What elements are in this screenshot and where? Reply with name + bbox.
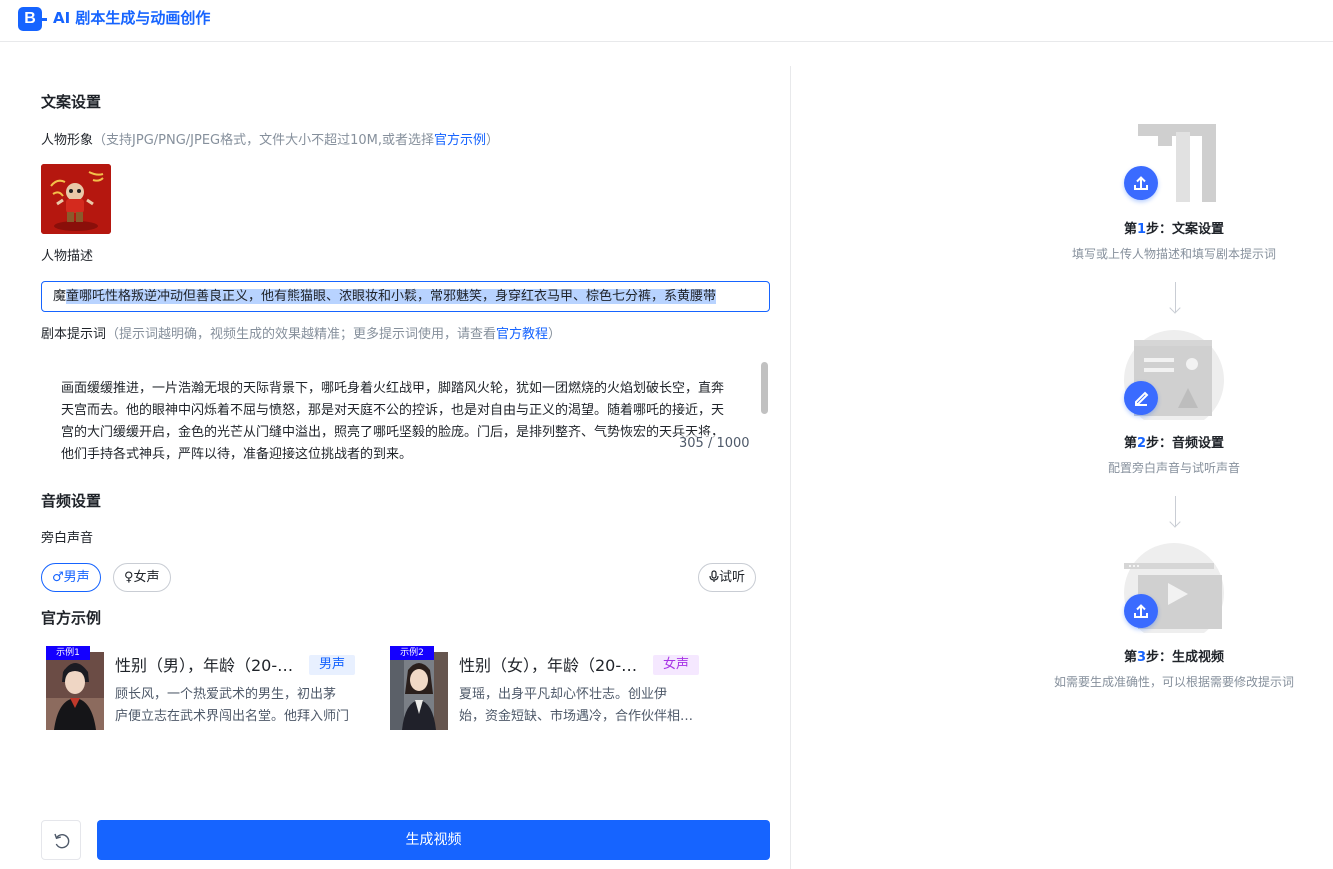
step3-title: 第3步：生成视频 [974,649,1333,667]
app-header: B AI 剧本生成与动画创作 [0,0,1333,42]
desc-prefix: 魔 [53,289,67,304]
step-arrow-2 [1175,496,1176,526]
step1-sub: 填写或上传人物描述和填写剧本提示词 [1071,247,1276,261]
prompt-scrollbar-thumb[interactable] [761,362,768,414]
prompt-text: 画面缓缓推进，一片浩瀚无垠的天际背景下，哪吒身着火红战甲，脚踏风火轮，犹如一团燃… [61,381,725,462]
prompt-hint-end: ） [548,327,562,342]
desc-selected-text: 童哪吒性格叛逆冲动但善良正义，他有熊猫眼、浓眼妆和小鬏，常邪魅笑，身穿红衣马甲、… [66,289,717,304]
male-voice-label: 男声 [63,570,90,585]
avatar-hint: （支持JPG/PNG/JPEG格式，文件大小不超过10M,或者选择 [93,133,435,148]
example-title-1: 性别（男），年龄（20-25岁） [115,656,301,675]
app-title: AI 剧本生成与动画创作 [53,9,211,27]
prompt-char-counter: 305 / 1000 [679,435,750,453]
example-desc-1-line2: 庐便立志在武术界闯出名堂。他拜入师门 [115,709,350,724]
upload-icon [1124,166,1158,200]
example-badge-1: 示例1 [46,646,90,660]
character-description-input[interactable]: 魔童哪吒性格叛逆冲动但善良正义，他有熊猫眼、浓眼妆和小鬏，常邪魅笑，身穿红衣马甲… [41,281,770,312]
reset-button[interactable] [41,820,81,860]
example-card-2[interactable]: 示例2 性别（女），年龄（20-25岁） 女声 夏瑶，出身平凡却心怀壮志。创业伊… [385,646,705,734]
step1-title: 第1步：文案设置 [974,221,1333,239]
step-arrow-1 [1175,282,1176,312]
female-symbol-icon: ♀ [124,570,134,585]
prompt-hint: （提示词越明确，视频生成的效果越精准；更多提示词使用，请查看 [106,327,497,342]
upload-icon [1124,594,1158,628]
avatar-label-row: 人物形象（支持JPG/PNG/JPEG格式，文件大小不超过10M,或者选择官方示… [41,132,499,150]
step2-prefix: 第 [1123,436,1137,451]
desc-label: 人物描述 [41,249,94,264]
example-desc-1: 顾长风，一个热爱武术的男生，初出茅 庐便立志在武术界闯出名堂。他拜入师门 [115,684,355,728]
panel-divider [790,66,791,869]
official-example-link[interactable]: 官方示例 [434,133,486,148]
listen-button[interactable]: 试听 [698,563,757,592]
script-prompt-textarea[interactable]: 画面缓缓推进，一片浩瀚无垠的天际背景下，哪吒身着火红战甲，脚踏风火轮，犹如一团燃… [41,358,770,464]
official-tutorial-link[interactable]: 官方教程 [496,327,548,342]
example-tag-male: 男声 [309,655,356,675]
example-tag-female: 女声 [653,655,700,675]
prompt-label: 剧本提示词 [41,327,107,342]
male-symbol-icon: ♂ [52,570,64,585]
example-title-2: 性别（女），年龄（20-25岁） [459,656,645,675]
example-badge-2: 示例2 [390,646,434,660]
microphone-icon [709,570,719,585]
voice-label: 旁白声音 [41,531,94,546]
example-thumb-1 [46,652,104,730]
prompt-label-row: 剧本提示词（提示词越明确，视频生成的效果越精准；更多提示词使用，请查看官方教程） [41,326,561,344]
step3-prefix: 第 [1123,650,1137,665]
step1-suffix: 步：文案设置 [1146,222,1225,237]
prompt-scrollbar[interactable] [760,360,769,462]
edit-pen-icon [1124,381,1158,415]
step3-sub: 如需要生成准确性，可以根据需要修改提示词 [1053,675,1294,689]
example-card-1[interactable]: 示例1 性别（男），年龄（20-25岁） 男声 顾长风，一个热爱武术的男生，初出… [41,646,361,734]
example-desc-2: 夏瑶，出身平凡却心怀壮志。创业伊 始，资金短缺、市场遇冷，合作伙伴相继离开 [459,684,699,728]
example-desc-2-line1: 夏瑶，出身平凡却心怀壮志。创业伊 [459,687,668,702]
example-desc-2-line2: 始，资金短缺、市场遇冷，合作伙伴相继离开 [459,709,699,724]
step2-sub: 配置旁白声音与试听声音 [1107,461,1240,475]
step3-num: 3 [1136,650,1147,665]
female-voice-label: 女声 [133,570,160,585]
step2-suffix: 步：音频设置 [1146,436,1225,451]
male-voice-button[interactable]: ♂男声 [41,563,101,592]
avatar-label: 人物形象 [41,133,94,148]
example-desc-1-line1: 顾长风，一个热爱武术的男生，初出茅 [115,687,337,702]
step1-prefix: 第 [1123,222,1137,237]
step2-title: 第2步：音频设置 [974,435,1333,453]
generate-video-button[interactable]: 生成视频 [97,820,770,860]
b-logo-icon: B [18,7,47,31]
step1-num: 1 [1136,222,1147,237]
female-voice-button[interactable]: ♀女声 [113,563,171,592]
audio-section-title: 音频设置 [41,492,102,510]
avatar-image[interactable] [41,164,111,234]
refresh-icon [54,833,70,849]
examples-section-title: 官方示例 [41,609,102,627]
step2-num: 2 [1136,436,1147,451]
avatar-hint-end: ） [486,133,500,148]
copy-section-title: 文案设置 [41,93,102,111]
example-thumb-2 [390,652,448,730]
step3-suffix: 步：生成视频 [1146,650,1225,665]
listen-label: 试听 [719,570,746,585]
